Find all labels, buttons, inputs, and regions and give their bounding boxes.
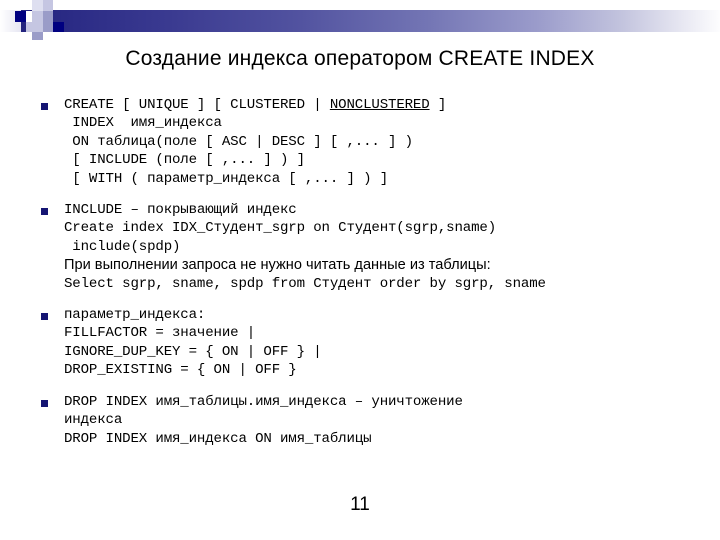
bullet-line: INCLUDE – покрывающий индекс (64, 202, 297, 219)
bullet-line: DROP INDEX имя_таблицы.имя_индекса – уни… (64, 393, 463, 410)
bullet-line: INDEX имя_индекса (64, 115, 222, 132)
bullet-line: Create index IDX_Студент_sgrp on Студент… (64, 220, 496, 237)
header-deco-square-7 (26, 22, 43, 32)
bullet-block-include-covering-index: INCLUDE – покрывающий индекс Create index… (38, 201, 698, 293)
bullet-block-create-index-syntax: CREATE [ UNIQUE ] [ CLUSTERED | NONCLUST… (38, 96, 698, 188)
slide-body: CREATE [ UNIQUE ] [ CLUSTERED | NONCLUST… (38, 96, 698, 461)
bullet-line: include(spdp) (64, 238, 181, 255)
bullet-line: DROP_EXISTING = { ON | OFF } (64, 362, 297, 379)
header-gradient-bar (21, 10, 720, 32)
header-deco-square-8 (43, 22, 53, 32)
line-tail: ] (429, 97, 447, 113)
bullet-square-icon (41, 399, 48, 407)
bullet-line: CREATE [ UNIQUE ] [ CLUSTERED | NONCLUST… (64, 97, 447, 113)
bullet-line: DROP INDEX имя_индекса ON имя_таблицы (64, 430, 372, 447)
bullet-line: IGNORE_DUP_KEY = { ON | OFF } | (64, 343, 322, 360)
header-deco-square-10 (32, 32, 43, 40)
bullet-square-icon (41, 313, 48, 321)
bullet-block-drop-index: DROP INDEX имя_таблицы.имя_индекса – уни… (38, 393, 698, 448)
header-deco-square-3 (15, 11, 26, 22)
page-number: 11 (350, 494, 370, 515)
bullet-square-icon (41, 208, 48, 216)
bullet-line: ON таблица(поле [ ASC | DESC ] [ ,... ] … (64, 133, 413, 150)
header-deco-square-9 (53, 22, 64, 32)
bullet-line: Select sgrp, sname, spdp from Студент or… (64, 275, 546, 292)
header-deco-square-6 (43, 11, 53, 22)
slide: Создание индекса оператором CREATE INDEX… (0, 0, 720, 540)
bullet-line: индекса (64, 412, 123, 429)
bullet-line: параметр_индекса: (64, 307, 206, 324)
bullet-line: При выполнении запроса не нужно читать д… (64, 257, 491, 274)
bullet-block-index-parameters: параметр_индекса: FILLFACTOR = значение |… (38, 306, 698, 380)
slide-title: Создание индекса оператором CREATE INDEX (125, 47, 595, 70)
header-deco-square-2 (43, 0, 53, 11)
header-deco-square-5 (32, 11, 43, 22)
bullet-square-icon (41, 103, 48, 110)
header-deco-square-1 (32, 0, 43, 11)
bullet-line: FILLFACTOR = значение | (64, 325, 256, 342)
underlined-keyword: NONCLUSTERED (329, 97, 430, 113)
bullet-line: [ INCLUDE (поле [ ,... ] ) ] (64, 152, 305, 169)
slide-header-decoration (0, 0, 720, 40)
bullet-line: [ WITH ( параметр_индекса [ ,... ] ) ] (64, 170, 388, 187)
